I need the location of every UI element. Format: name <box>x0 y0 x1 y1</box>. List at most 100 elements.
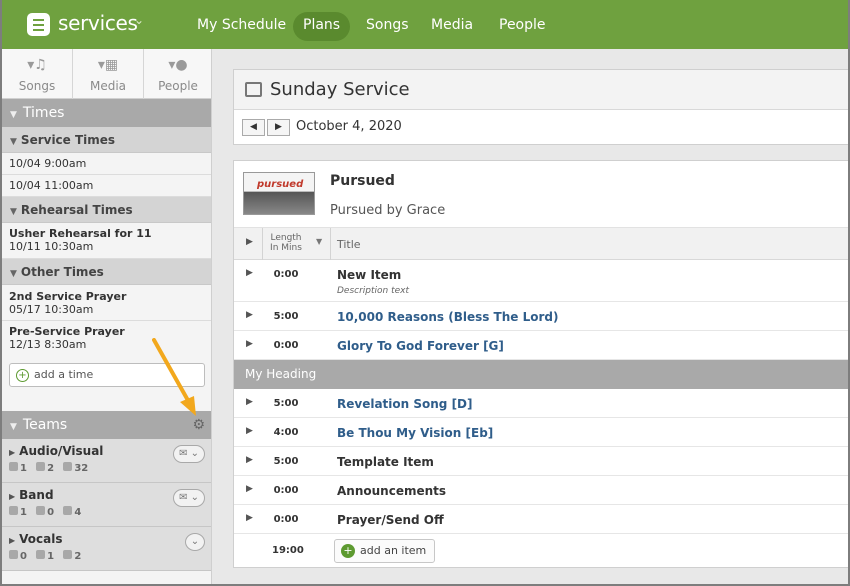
plan-item-row[interactable]: ▶ 0:00 Prayer/Send Off <box>234 505 850 534</box>
plan-item-row[interactable]: ▶ 0:00 New Item Description text <box>234 260 850 302</box>
add-item-label: add an item <box>360 544 427 557</box>
service-times-header[interactable]: ▼ Service Times <box>2 127 211 153</box>
expand-triangle-icon[interactable]: ▶ <box>246 426 253 436</box>
plan-item-row[interactable]: ▶ 0:00 Glory To God Forever [G] <box>234 331 850 360</box>
music-note-icon: ▾♫ <box>27 57 47 73</box>
item-title[interactable]: Announcements <box>337 484 446 498</box>
team-counts: 1 2 32 <box>9 462 204 474</box>
top-nav: services ⌄ My Schedule Plans Songs Media… <box>0 0 850 49</box>
length-sort-icon[interactable]: ▼ <box>316 237 322 246</box>
team-item[interactable]: ▶ Audio/Visual 1 2 32 ✉ ⌄ <box>2 439 211 483</box>
rehearsal-times-header[interactable]: ▼ Rehearsal Times <box>2 197 211 223</box>
plan-title-bar: Sunday Service <box>234 70 850 110</box>
item-title[interactable]: New Item <box>337 268 401 282</box>
sidebar-tab-label: Media <box>89 79 127 93</box>
expand-triangle-icon[interactable]: ▶ <box>246 339 253 349</box>
item-title[interactable]: Prayer/Send Off <box>337 513 444 527</box>
nav-songs[interactable]: Songs <box>356 12 419 41</box>
chevron-down-button[interactable]: ⌄ <box>185 533 205 551</box>
plan-heading-row[interactable]: My Heading <box>234 360 850 389</box>
nav-plans[interactable]: Plans <box>293 12 351 41</box>
service-time-item[interactable]: 10/04 11:00am <box>2 175 211 197</box>
sidebar-tab-label: Songs <box>18 79 56 93</box>
expand-triangle-icon[interactable]: ▶ <box>246 484 253 494</box>
divider <box>262 228 263 260</box>
title-column-header[interactable]: Title <box>337 238 361 251</box>
rehearsal-time-item[interactable]: Usher Rehearsal for 11 10/11 10:30am <box>2 223 211 259</box>
song-title-link[interactable]: 10,000 Reasons (Bless The Lord) <box>337 310 558 324</box>
plan-item-row[interactable]: ▶ 5:00 Template Item <box>234 447 850 476</box>
unconfirmed-icon <box>63 550 73 559</box>
add-time-button[interactable]: + add a time <box>9 363 205 387</box>
item-length: 0:00 <box>273 340 299 351</box>
confirmed-icon <box>9 550 18 559</box>
time-date: 10/11 10:30am <box>9 240 94 253</box>
plan-item-row[interactable]: ▶ 0:00 Announcements <box>234 476 850 505</box>
expand-triangle-icon: ▶ <box>9 536 16 545</box>
song-title-link[interactable]: Revelation Song [D] <box>337 397 473 411</box>
other-time-item[interactable]: Pre-Service Prayer 12/13 8:30am <box>2 321 211 357</box>
collapse-triangle-icon: ▼ <box>10 137 17 147</box>
expand-triangle-icon[interactable]: ▶ <box>246 513 253 523</box>
expand-triangle-icon: ▶ <box>9 448 16 457</box>
series-header: pursued Pursued Pursued by Grace <box>234 161 850 228</box>
unconfirmed-icon <box>63 506 73 515</box>
previous-plan-button[interactable]: ◀ <box>242 119 265 136</box>
series-title: Pursued <box>330 173 395 189</box>
next-plan-button[interactable]: ▶ <box>267 119 290 136</box>
expand-triangle-icon[interactable]: ▶ <box>246 268 253 278</box>
other-time-item[interactable]: 2nd Service Prayer 05/17 10:30am <box>2 285 211 321</box>
service-time-item[interactable]: 10/04 9:00am <box>2 153 211 175</box>
sidebar-tab-people[interactable]: ▾● People <box>144 49 211 99</box>
add-item-button[interactable]: + add an item <box>334 539 436 563</box>
expand-triangle-icon[interactable]: ▶ <box>246 397 253 407</box>
unconfirmed-icon <box>63 462 73 471</box>
item-length: 5:00 <box>273 456 299 467</box>
team-item[interactable]: ▶ Band 1 0 4 ✉ ⌄ <box>2 483 211 527</box>
expand-triangle-icon[interactable]: ▶ <box>246 310 253 320</box>
team-name: Audio/Visual <box>19 444 104 458</box>
add-time-label: add a time <box>34 368 94 381</box>
unconfirmed-count: 4 <box>74 507 82 518</box>
services-logo-icon[interactable] <box>27 13 50 36</box>
song-title-link[interactable]: Glory To God Forever [G] <box>337 339 504 353</box>
song-title-link[interactable]: Be Thou My Vision [Eb] <box>337 426 493 440</box>
gear-icon[interactable]: ⚙ <box>192 411 205 439</box>
nav-my-schedule[interactable]: My Schedule <box>187 12 296 41</box>
sidebar-tab-songs[interactable]: ▾♫ Songs <box>2 49 73 99</box>
series-artwork[interactable]: pursued <box>243 172 315 215</box>
declined-count: 1 <box>47 551 55 562</box>
sidebar-tab-label: People <box>158 79 198 93</box>
brand-name[interactable]: services <box>58 11 138 35</box>
column-header: ▶ Length In Mins ▼ Title <box>234 228 850 260</box>
plan-item-row[interactable]: ▶ 5:00 Revelation Song [D] <box>234 389 850 418</box>
email-dropdown-button[interactable]: ✉ ⌄ <box>173 489 205 507</box>
plus-icon: + <box>341 544 355 558</box>
chevron-down-icon[interactable]: ⌄ <box>134 13 144 27</box>
nav-media[interactable]: Media <box>421 12 483 41</box>
email-dropdown-button[interactable]: ✉ ⌄ <box>173 445 205 463</box>
confirmed-count: 0 <box>20 551 27 562</box>
confirmed-count: 1 <box>20 507 27 518</box>
other-times-header[interactable]: ▼ Other Times <box>2 259 211 285</box>
service-times-heading: Service Times <box>20 133 116 147</box>
plan-item-row[interactable]: ▶ 5:00 10,000 Reasons (Bless The Lord) <box>234 302 850 331</box>
film-icon: ▾▦ <box>97 57 119 73</box>
plan-item-row[interactable]: ▶ 4:00 Be Thou My Vision [Eb] <box>234 418 850 447</box>
sidebar-tab-media[interactable]: ▾▦ Media <box>73 49 144 99</box>
plan-date: October 4, 2020 <box>296 119 402 134</box>
declined-icon <box>36 550 46 559</box>
expand-all-icon[interactable]: ▶ <box>246 237 253 247</box>
item-title[interactable]: Template Item <box>337 455 434 469</box>
time-date: 05/17 10:30am <box>9 303 94 316</box>
expand-triangle-icon[interactable]: ▶ <box>246 455 253 465</box>
plan-icon <box>245 82 262 97</box>
team-item[interactable]: ▶ Vocals 0 1 2 ⌄ <box>2 527 211 571</box>
length-column-header[interactable]: Length In Mins <box>268 233 304 253</box>
unconfirmed-count: 2 <box>74 551 82 562</box>
teams-section-header[interactable]: ▼ Teams ⚙ <box>2 411 211 439</box>
nav-people[interactable]: People <box>489 12 556 41</box>
times-section-header[interactable]: ▼ Times <box>2 99 211 127</box>
declined-icon <box>36 462 46 471</box>
item-length: 0:00 <box>273 514 299 525</box>
